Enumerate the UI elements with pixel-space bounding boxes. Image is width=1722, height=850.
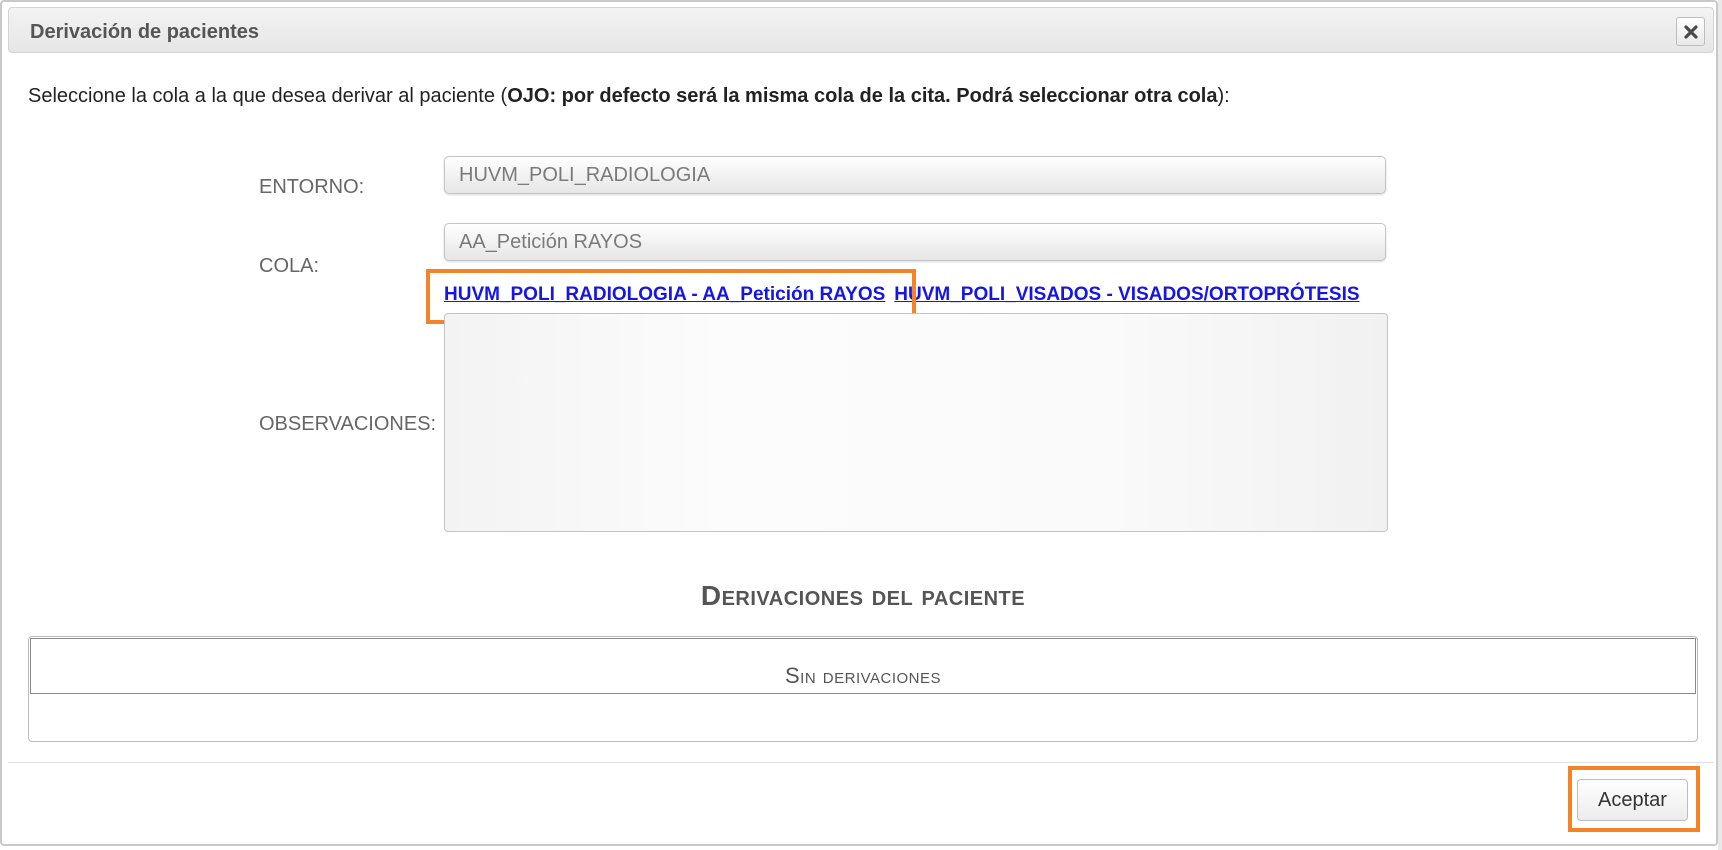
dialog-title: Derivación de pacientes <box>30 21 259 43</box>
observaciones-textarea[interactable] <box>444 313 1388 532</box>
queue-option-visados-link[interactable]: HUVM_POLI_VISADOS - VISADOS/ORTOPRÓTESIS <box>894 284 1359 305</box>
close-button[interactable] <box>1676 17 1705 46</box>
footer-divider <box>8 762 1714 763</box>
instruction-text: Seleccione la cola a la que desea deriva… <box>28 85 1230 107</box>
queue-options: HUVM_POLI_RADIOLOGIA - AA_Petición RAYOS… <box>444 284 1360 306</box>
close-icon <box>1683 24 1698 39</box>
derivations-table: Sin derivaciones <box>28 636 1698 742</box>
instruction-warning: OJO: por defecto será la misma cola de l… <box>507 85 1218 107</box>
observaciones-label: OBSERVACIONES: <box>259 413 437 435</box>
queue-option-radiologia-link[interactable]: HUVM_POLI_RADIOLOGIA - AA_Petición RAYOS <box>444 284 885 305</box>
derivations-empty-row: Sin derivaciones <box>30 638 1696 694</box>
cola-label: COLA: <box>259 255 320 277</box>
entorno-field[interactable] <box>444 156 1386 194</box>
accept-button[interactable]: Aceptar <box>1577 779 1688 821</box>
background-edge <box>1718 0 1722 850</box>
dialog-titlebar[interactable]: Derivación de pacientes <box>8 7 1714 53</box>
derivations-title: Derivaciones del paciente <box>700 580 1026 611</box>
entorno-label: ENTORNO: <box>259 176 365 198</box>
cola-field[interactable] <box>444 223 1386 261</box>
patient-referral-dialog: Derivación de pacientes Seleccione la co… <box>0 0 1718 846</box>
